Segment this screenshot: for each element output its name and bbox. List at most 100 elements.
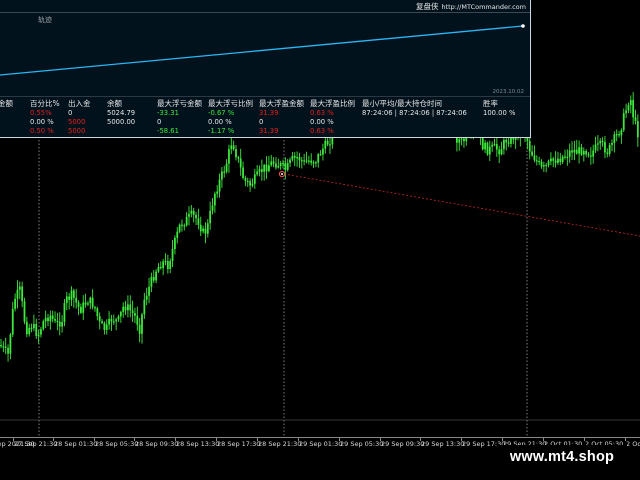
candle-body: [11, 308, 14, 335]
candle-body: [620, 130, 623, 136]
cell-profit-ratio: 0.63 %: [310, 109, 334, 117]
candle-body: [134, 313, 136, 316]
brand-header[interactable]: 复盘侠 http://MTCommander.com: [416, 1, 526, 12]
candle-body: [228, 149, 230, 164]
candle-body: [265, 164, 268, 172]
candle-body: [594, 144, 597, 151]
candle-body: [277, 165, 280, 168]
candle-body: [98, 316, 101, 322]
candle-body: [51, 315, 54, 320]
candle-body: [213, 193, 216, 206]
candle-body: [166, 261, 169, 270]
candle-body: [237, 157, 240, 159]
col-win-rate: 胜率 100.00 %: [483, 98, 515, 118]
time-axis-label: 28 Sep 17:30: [217, 440, 261, 448]
candle-body: [30, 327, 33, 330]
cell-loss-amount: -58.61: [157, 127, 179, 135]
candle-body: [632, 100, 635, 118]
candle-body: [622, 113, 625, 131]
candle-body: [21, 286, 24, 302]
candle-body: [599, 140, 602, 144]
col-balance: 余额 5024.79 5000.00: [107, 98, 135, 136]
candle-body: [235, 149, 237, 158]
candle-body: [63, 302, 66, 322]
cell-profit-amount: 31.39: [259, 127, 279, 135]
candle-body: [49, 315, 52, 322]
candle-body: [263, 164, 266, 172]
candle-body: [225, 163, 228, 172]
candle-body: [148, 286, 150, 296]
candle-body: [239, 158, 242, 168]
candle-body: [65, 296, 68, 303]
candle-body: [218, 179, 221, 192]
candle-body: [322, 148, 324, 155]
cell-percent: 0.50 %: [30, 127, 54, 135]
candle-body: [618, 134, 620, 136]
candle-body: [552, 158, 555, 161]
candle-body: [510, 137, 512, 144]
candle-body: [54, 319, 56, 321]
candle-body: [538, 161, 541, 163]
candle-body: [505, 139, 508, 143]
candle-body: [319, 154, 322, 156]
col-deposit: 出入金 0 5000 5000: [68, 98, 91, 136]
candle-body: [585, 150, 588, 155]
candle-body: [531, 151, 533, 156]
candle-body: [242, 167, 244, 178]
candle-body: [162, 261, 165, 269]
candle-body: [625, 110, 627, 114]
candle-body: [23, 301, 26, 322]
candle-body: [272, 161, 275, 164]
candle-body: [0, 345, 2, 347]
candle-body: [500, 149, 503, 155]
candle-body: [157, 267, 160, 272]
candle-body: [493, 144, 496, 146]
candle-body: [561, 156, 564, 162]
cell-percent: 0.00 %: [30, 118, 54, 126]
candle-body: [9, 334, 12, 354]
candle-body: [96, 308, 99, 317]
candle-body: [101, 321, 103, 324]
candle-body: [131, 310, 134, 314]
header-amount: 金额: [0, 99, 13, 108]
brand-url[interactable]: http://MTCommander.com: [441, 3, 526, 11]
candle-body: [155, 271, 157, 281]
candle-body: [195, 214, 197, 219]
candle-body: [72, 290, 75, 298]
candle-body: [110, 318, 113, 322]
cell-hold-time: 87:24:06 | 87:24:06 | 87:24:06: [362, 109, 467, 117]
candle-body: [7, 347, 9, 354]
stats-divider: [0, 96, 530, 97]
candle-body: [463, 138, 465, 142]
candle-body: [115, 319, 118, 322]
candle-body: [178, 224, 181, 232]
candle-body: [33, 323, 35, 329]
candle-body: [42, 321, 45, 330]
candle-body: [613, 134, 616, 143]
time-axis-label: 29 Sep 09:30: [381, 440, 425, 448]
candle-body: [597, 143, 599, 145]
candle-body: [564, 156, 566, 158]
candle-body: [300, 160, 303, 162]
candle-body: [460, 138, 463, 140]
cell-win-rate: 100.00 %: [483, 109, 516, 117]
stats-panel: 复盘侠 http://MTCommander.com 轨迹 2023.10.02 …: [0, 0, 531, 138]
trend-line: [283, 173, 640, 237]
cell-deposit: 5000: [68, 127, 86, 135]
candle-body: [244, 177, 247, 181]
equity-curve: [0, 24, 525, 76]
candle-body: [127, 304, 129, 311]
cell-loss-amount: 0: [157, 118, 162, 126]
candle-body: [481, 137, 484, 150]
candle-body: [545, 164, 548, 167]
candle-body: [174, 237, 176, 250]
candle-body: [547, 161, 550, 165]
candle-body: [566, 156, 569, 158]
time-axis-label: 27 Sep 21:30: [14, 440, 58, 448]
candle-body: [164, 261, 167, 263]
candle-body: [578, 147, 580, 154]
time-axis-label: 28 Sep 09:30: [135, 440, 179, 448]
cell-loss-ratio: 0.00 %: [208, 118, 232, 126]
candle-body: [230, 145, 233, 150]
cell-profit-amount: 0: [259, 118, 264, 126]
